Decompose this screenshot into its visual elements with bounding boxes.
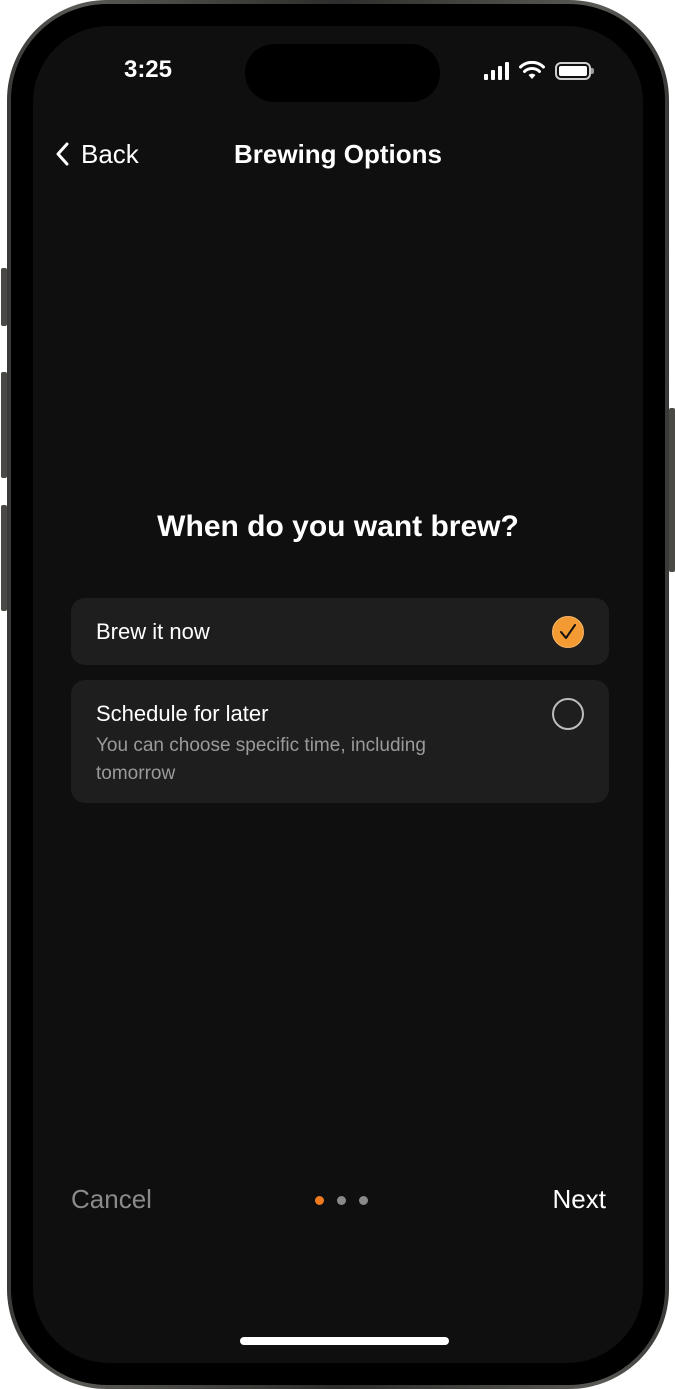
dynamic-island bbox=[245, 44, 440, 102]
volume-down-button bbox=[1, 505, 7, 611]
footer-bar: Cancel Next bbox=[33, 1184, 643, 1224]
status-time: 3:25 bbox=[123, 56, 173, 83]
volume-up-button bbox=[1, 372, 7, 478]
navigation-bar: Back Brewing Options bbox=[33, 134, 643, 174]
mute-switch bbox=[1, 268, 7, 326]
check-icon bbox=[560, 624, 576, 639]
option-title: Schedule for later bbox=[96, 701, 269, 726]
status-icons bbox=[484, 61, 594, 80]
power-button bbox=[669, 408, 675, 572]
screen: 3:25 Back Brewing Options When do you wa… bbox=[33, 26, 643, 1363]
page-dot bbox=[359, 1196, 368, 1205]
battery-icon bbox=[555, 61, 594, 80]
page-indicator bbox=[315, 1196, 368, 1205]
next-button[interactable]: Next bbox=[553, 1184, 606, 1215]
page-dot-active bbox=[315, 1196, 324, 1205]
radio-unselected[interactable] bbox=[552, 698, 584, 730]
signal-icon bbox=[484, 61, 509, 80]
phone-frame: 3:25 Back Brewing Options When do you wa… bbox=[1, 0, 675, 1389]
cancel-button[interactable]: Cancel bbox=[71, 1184, 152, 1215]
device-bezel: 3:25 Back Brewing Options When do you wa… bbox=[11, 4, 665, 1385]
option-title: Brew it now bbox=[96, 619, 210, 644]
option-subtitle: You can choose specific time, including … bbox=[96, 735, 426, 784]
page-dot bbox=[337, 1196, 346, 1205]
home-indicator[interactable] bbox=[240, 1337, 449, 1345]
page-title: Brewing Options bbox=[234, 139, 442, 169]
question-heading: When do you want brew? bbox=[157, 510, 519, 543]
wifi-icon bbox=[519, 61, 545, 79]
option-brew-now[interactable]: Brew it now bbox=[71, 598, 609, 665]
option-schedule-later[interactable]: Schedule for later You can choose specif… bbox=[71, 680, 609, 803]
radio-selected[interactable] bbox=[552, 616, 584, 648]
